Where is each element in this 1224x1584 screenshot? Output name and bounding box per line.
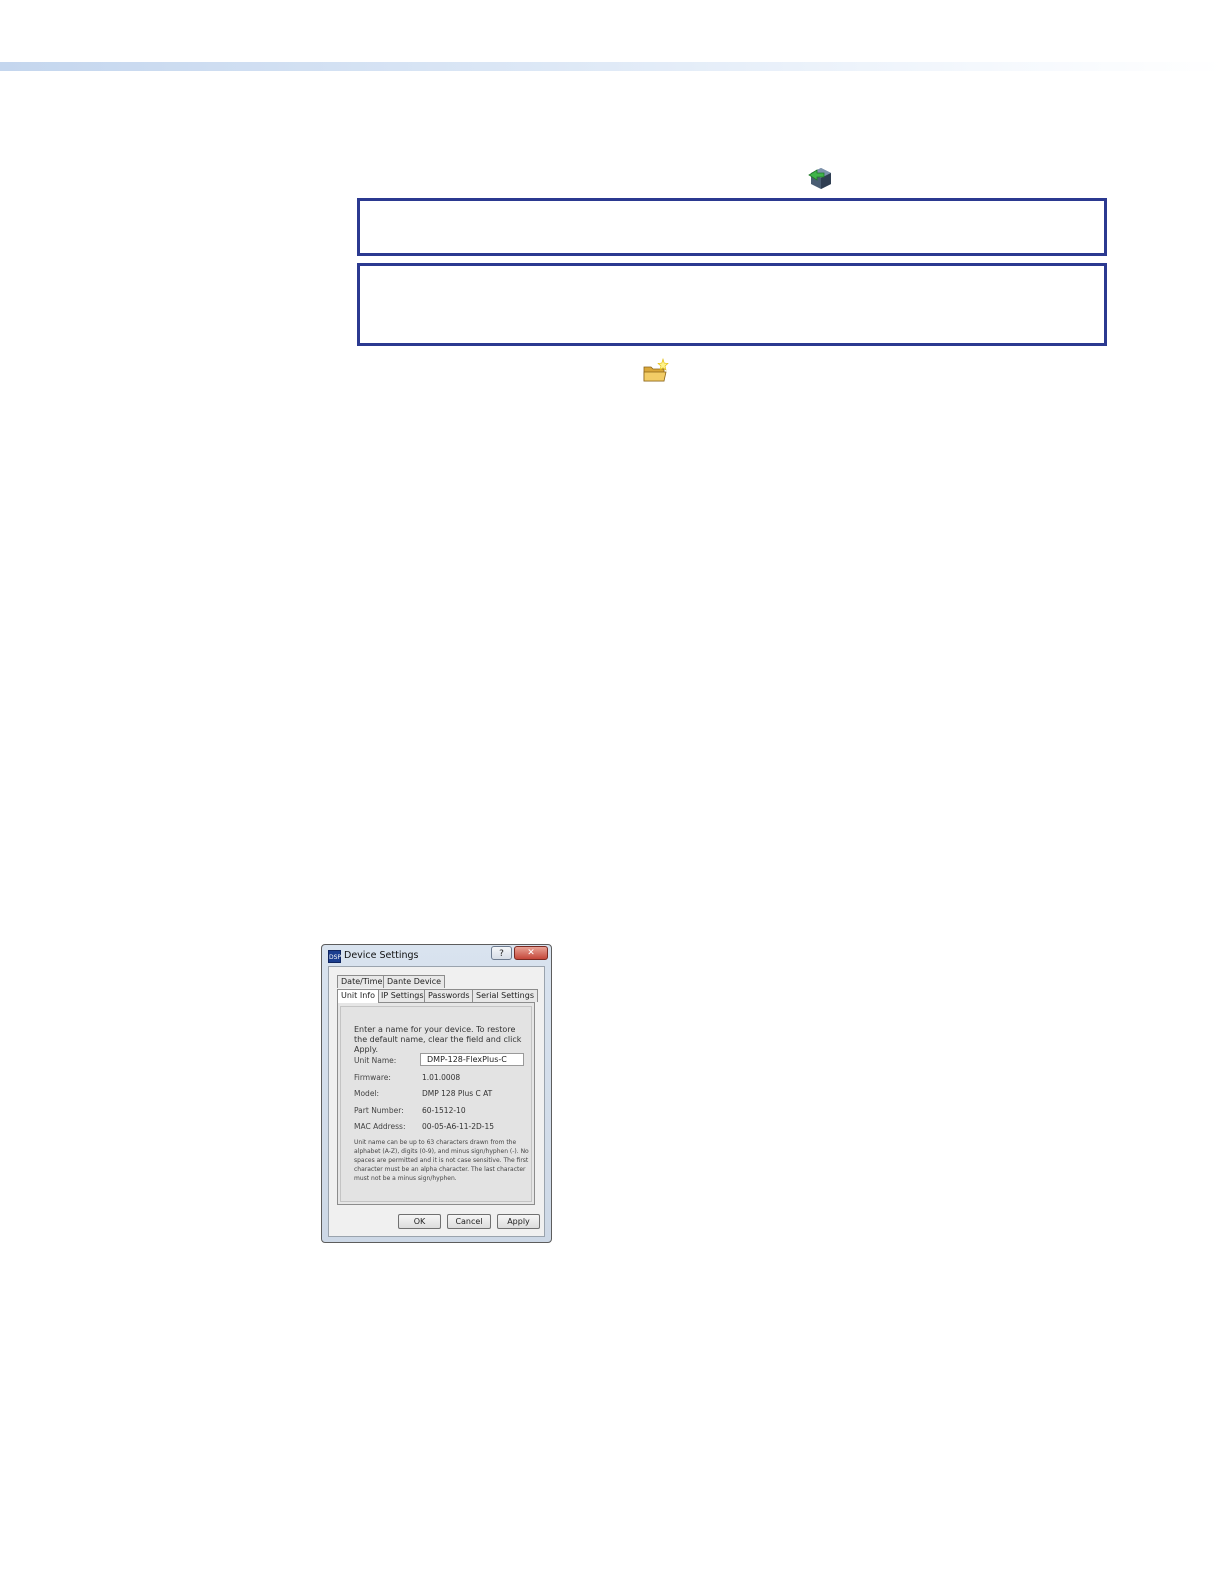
dialog-body: Date/Time Dante Device Unit Info IP Sett…	[328, 966, 545, 1237]
intro-text: Enter a name for your device. To restore…	[354, 1025, 522, 1054]
open-folder-icon	[642, 357, 670, 384]
header-rule	[0, 62, 1224, 71]
firmware-value: 1.01.0008	[422, 1073, 461, 1082]
help-button[interactable]: ?	[491, 946, 512, 960]
cancel-button[interactable]: Cancel	[447, 1214, 491, 1229]
mac-address-label: MAC Address:	[354, 1122, 406, 1131]
unit-name-rules: Unit name can be up to 63 characters dra…	[354, 1139, 529, 1182]
unit-info-panel: Enter a name for your device. To restore…	[337, 1002, 535, 1205]
connect-device-icon	[807, 164, 835, 190]
apply-button[interactable]: Apply	[497, 1214, 540, 1229]
unit-name-input[interactable]: DMP-128-FlexPlus-C	[420, 1053, 524, 1066]
model-value: DMP 128 Plus C AT	[422, 1089, 493, 1098]
device-settings-dialog: DSP Device Settings ? ✕ Date/Time Dante …	[321, 944, 552, 1243]
tab-passwords[interactable]: Passwords	[424, 989, 474, 1002]
unit-name-label: Unit Name:	[354, 1056, 397, 1065]
tab-dante-device[interactable]: Dante Device	[383, 975, 446, 988]
model-label: Model:	[354, 1089, 380, 1098]
tab-date-time[interactable]: Date/Time	[337, 975, 387, 988]
ok-button[interactable]: OK	[398, 1214, 441, 1229]
panel-inner: Enter a name for your device. To restore…	[340, 1006, 532, 1202]
tab-serial-settings[interactable]: Serial Settings	[472, 989, 538, 1002]
tab-unit-info[interactable]: Unit Info	[337, 989, 379, 1003]
part-number-label: Part Number:	[354, 1106, 404, 1115]
mac-address-value: 00-05-A6-11-2D-15	[422, 1122, 494, 1131]
note-box	[357, 198, 1107, 256]
note-box	[357, 263, 1107, 346]
dialog-title: Device Settings	[344, 950, 419, 961]
tab-ip-settings[interactable]: IP Settings	[377, 989, 428, 1002]
part-number-value: 60-1512-10	[422, 1106, 466, 1115]
close-button[interactable]: ✕	[514, 946, 548, 960]
app-icon: DSP	[328, 950, 341, 963]
firmware-label: Firmware:	[354, 1073, 391, 1082]
